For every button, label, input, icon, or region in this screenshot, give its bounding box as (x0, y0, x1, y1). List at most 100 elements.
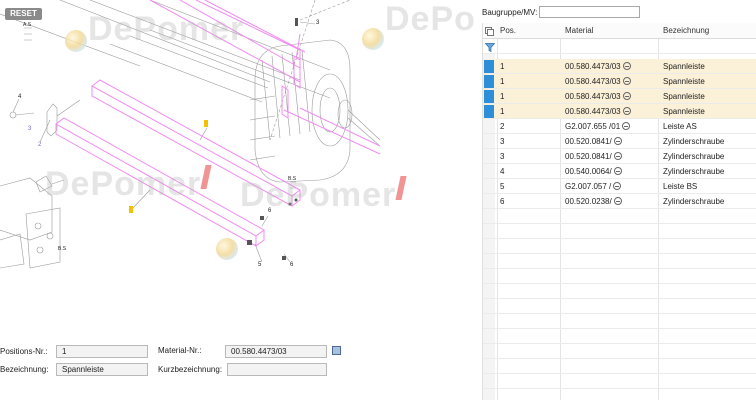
row-selector[interactable] (483, 89, 495, 104)
cell-material[interactable]: 00.540.0064/ (565, 164, 657, 179)
material-info-icon[interactable] (622, 92, 631, 100)
columns-icon[interactable] (485, 27, 494, 36)
watermark: DePomer (45, 165, 212, 204)
cell-pos: 3 (500, 152, 505, 161)
table-row[interactable]: 1 00.580.4473/03 Spannleiste (483, 74, 756, 89)
row-selector[interactable] (483, 179, 495, 194)
cell-bezeichnung: Spannleiste (663, 92, 705, 101)
material-info-icon[interactable] (622, 122, 631, 130)
cell-pos: 1 (500, 107, 505, 116)
table-header: Pos. Material Bezeichnung (483, 23, 756, 39)
watermark: DePomer (240, 176, 407, 215)
material-info-icon[interactable] (613, 167, 622, 175)
table-row[interactable]: 4 00.540.0064/Zylinderschraube (483, 164, 756, 179)
row-selector[interactable] (483, 59, 495, 74)
positions-nr-field[interactable] (56, 345, 148, 358)
baugruppe-label: Baugruppe/MV: (482, 8, 538, 17)
table-row-empty (483, 224, 756, 239)
baugruppe-input[interactable] (539, 6, 640, 18)
table-row[interactable]: 2 G2.007.655 /01 Leiste AS (483, 119, 756, 134)
table-row-empty (483, 269, 756, 284)
material-info-icon[interactable] (613, 197, 622, 205)
cell-pos: 1 (500, 92, 505, 101)
material-number: G2.007.057 / (565, 182, 612, 191)
table-row-empty (483, 299, 756, 314)
row-selector[interactable] (483, 149, 495, 164)
material-number: 00.520.0238/ (565, 197, 612, 206)
cell-material[interactable]: 00.580.4473/03 (565, 74, 657, 89)
filter-icon[interactable] (485, 43, 495, 52)
material-number: 00.580.4473/03 (565, 92, 621, 101)
cell-material[interactable]: 00.580.4473/03 (565, 59, 657, 74)
callout-2: 2 (38, 142, 42, 148)
watermark-logo-icon (65, 30, 87, 52)
material-number: 00.580.4473/03 (565, 62, 621, 71)
row-selector[interactable] (483, 104, 495, 119)
material-number: 00.580.4473/03 (565, 77, 621, 86)
table-row[interactable]: 1 00.580.4473/03 Spannleiste (483, 89, 756, 104)
callout-3: 3 (28, 126, 32, 132)
cell-material[interactable]: 00.520.0841/ (565, 134, 657, 149)
cell-bezeichnung: Zylinderschraube (663, 197, 725, 206)
cell-pos: 1 (500, 62, 505, 71)
material-nr-field[interactable] (225, 345, 327, 358)
cell-pos: 3 (500, 137, 505, 146)
row-selector[interactable] (483, 194, 495, 209)
view-label-bs: B.S (58, 246, 67, 252)
row-selector[interactable] (483, 119, 495, 134)
column-header-material[interactable]: Material (565, 23, 657, 39)
table-row[interactable]: 3 00.520.0841/Zylinderschraube (483, 149, 756, 164)
table-row-empty (483, 254, 756, 269)
column-header-pos[interactable]: Pos. (500, 23, 560, 39)
cell-material[interactable]: 00.580.4473/03 (565, 104, 657, 119)
watermark-logo-icon (216, 238, 238, 260)
bezeichnung-label: Bezeichnung: (0, 365, 49, 374)
watermark: DePomer (385, 0, 478, 38)
cell-material[interactable]: G2.007.057 / (565, 179, 657, 194)
material-info-icon[interactable] (622, 62, 631, 70)
cell-bezeichnung: Spannleiste (663, 77, 705, 86)
cell-material[interactable]: 00.520.0841/ (565, 149, 657, 164)
cell-material[interactable]: 00.580.4473/03 (565, 89, 657, 104)
cell-bezeichnung: Spannleiste (663, 107, 705, 116)
row-selector[interactable] (483, 164, 495, 179)
row-selector[interactable] (483, 134, 495, 149)
material-number: 00.520.0841/ (565, 152, 612, 161)
table-row[interactable]: 6 00.520.0238/Zylinderschraube (483, 194, 756, 209)
material-info-icon[interactable] (613, 182, 622, 190)
parts-table: Pos. Material Bezeichnung 1 00.580.4473/0… (482, 23, 756, 400)
table-row-empty (483, 359, 756, 374)
table-row-empty (483, 314, 756, 329)
material-info-icon[interactable] (622, 107, 631, 115)
table-row[interactable]: 3 00.520.0841/Zylinderschraube (483, 134, 756, 149)
bezeichnung-field[interactable] (56, 363, 148, 376)
material-info-icon[interactable] (613, 137, 622, 145)
row-selector[interactable] (483, 74, 495, 89)
material-info-icon[interactable] (622, 77, 631, 85)
column-header-bezeichnung[interactable]: Bezeichnung (663, 23, 756, 39)
cell-material[interactable]: G2.007.655 /01 (565, 119, 657, 134)
table-row-empty (483, 284, 756, 299)
callout-marker (129, 206, 133, 213)
row-selected-marker (484, 75, 494, 88)
cell-pos: 4 (500, 167, 505, 176)
watermark-logo-icon (362, 28, 384, 50)
table-row[interactable]: 5 G2.007.057 / Leiste BS (483, 179, 756, 194)
table-row[interactable]: 1 00.580.4473/03 Spannleiste (483, 59, 756, 74)
reset-button[interactable]: RESET (5, 8, 42, 20)
table-row[interactable]: 1 00.580.4473/03 Spannleiste (483, 104, 756, 119)
table-row-empty (483, 344, 756, 359)
material-number: 00.580.4473/03 (565, 107, 621, 116)
cell-pos: 1 (500, 77, 505, 86)
cell-bezeichnung: Spannleiste (663, 62, 705, 71)
callout-marker (204, 120, 208, 127)
row-selected-marker (484, 60, 494, 73)
kurzbezeichnung-field[interactable] (227, 363, 327, 376)
cell-bezeichnung: Zylinderschraube (663, 137, 725, 146)
exploded-drawing-view[interactable]: DePomer DePomer DePomer DePomer 3 4 3 2 … (0, 0, 478, 336)
material-info-icon[interactable] (613, 152, 622, 160)
table-row-empty (483, 239, 756, 254)
cell-bezeichnung: Zylinderschraube (663, 167, 725, 176)
material-lookup-icon[interactable] (332, 346, 341, 355)
cell-material[interactable]: 00.520.0238/ (565, 194, 657, 209)
